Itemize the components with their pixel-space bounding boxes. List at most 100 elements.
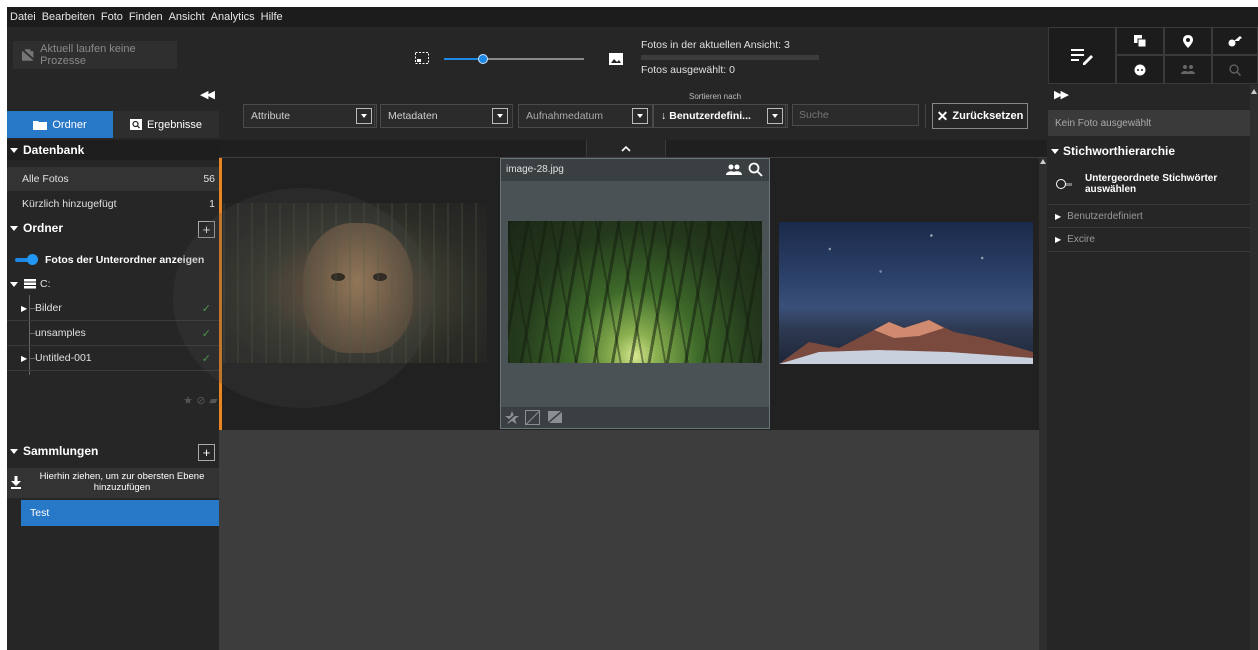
flag-icon[interactable]: [548, 411, 562, 423]
zoom-slider-track[interactable]: [484, 58, 584, 60]
keyword-hierarchy-header[interactable]: Stichworthierarchie: [1048, 141, 1250, 161]
photo-tile[interactable]: ★ ⊘ ▰: [173, 158, 489, 428]
folder-unsamples-label: unsamples: [35, 327, 86, 339]
results-icon: [129, 119, 142, 130]
collapse-left-icon[interactable]: ◀◀: [200, 88, 215, 101]
child-keywords-toggle-row[interactable]: Untergeordnete Stichwörter auswählen: [1048, 170, 1250, 200]
people-tool[interactable]: [1164, 55, 1212, 84]
child-keywords-toggle[interactable]: [1056, 179, 1072, 189]
search-icon[interactable]: [748, 162, 764, 178]
process-text: Aktuell laufen keine Prozesse: [40, 43, 136, 67]
svg-text:★ ⊘ ▰: ★ ⊘ ▰: [183, 394, 218, 407]
collapse-filter-button[interactable]: [586, 140, 666, 157]
large-thumbnail-icon[interactable]: [609, 53, 623, 65]
location-tool[interactable]: [1164, 27, 1212, 55]
folder-untitled-label: Untitled-001: [35, 352, 92, 364]
people-icon[interactable]: [726, 164, 742, 175]
photos-in-view: Fotos in der aktuellen Ansicht: 3: [641, 39, 790, 51]
drop-hint: Hierhin ziehen, um zur obersten Ebene hi…: [39, 471, 205, 493]
photo-header: image-28.jpg: [501, 159, 769, 181]
collapse-right-icon[interactable]: ▶▶: [1054, 88, 1069, 101]
section-datenbank[interactable]: Datenbank: [7, 140, 219, 160]
dropdown-arrow-icon: [356, 108, 372, 124]
folder-untitled[interactable]: ▶ Untitled-001 ✓: [7, 346, 219, 371]
photo-tile[interactable]: [772, 158, 1040, 428]
dropdown-arrow-icon: [492, 108, 508, 124]
menu-ansicht[interactable]: Ansicht: [166, 7, 208, 23]
sort-label: Sortieren nach: [688, 92, 742, 101]
right-panel: ▶▶ Kein Foto ausgewählt Stichworthierarc…: [1048, 85, 1258, 650]
photo-tile-selected[interactable]: image-28.jpg: [500, 158, 770, 429]
menu-analytics[interactable]: Analytics: [208, 7, 258, 23]
scroll-up-icon[interactable]: [1251, 89, 1257, 94]
metadata-edit-tool[interactable]: [1048, 27, 1116, 84]
drag-ghost: [173, 188, 433, 408]
collapsed-triangle-icon: ▶: [21, 353, 28, 363]
key-icon: [1228, 36, 1242, 47]
zoom-slider-handle[interactable]: [478, 54, 488, 64]
add-collection-button[interactable]: +: [198, 444, 215, 461]
attribute-filter[interactable]: Attribute: [243, 104, 377, 128]
color-label-icon[interactable]: [525, 410, 540, 425]
keyword-group-excire[interactable]: ▶ Excire: [1048, 228, 1250, 252]
map-pin-icon: [1183, 34, 1193, 48]
left-sidebar: ◀◀ Ordner Ergebnisse Datenbank Alle Foto…: [7, 85, 219, 650]
search-input[interactable]: [792, 104, 919, 126]
face-tool[interactable]: [1116, 55, 1164, 84]
keyword-hierarchy-title: Stichworthierarchie: [1063, 144, 1176, 158]
menu-finden[interactable]: Finden: [126, 7, 166, 23]
small-thumbnail-icon[interactable]: [415, 52, 429, 64]
scroll-up-icon[interactable]: [1040, 159, 1046, 164]
rating-star-icon[interactable]: [505, 411, 519, 424]
process-status: Aktuell laufen keine Prozesse: [13, 41, 177, 69]
capture-date-filter[interactable]: Aufnahmedatum: [518, 104, 653, 128]
db-all-photos[interactable]: Alle Fotos 56: [7, 167, 219, 191]
collection-test[interactable]: Test: [21, 500, 219, 526]
edit-list-icon: [1071, 48, 1093, 65]
photo-grid: ★ ⊘ ▰ image-28.jpg: [173, 158, 1047, 430]
sort-dropdown[interactable]: ↓ Benutzerdefini...: [653, 104, 788, 128]
tab-ordner[interactable]: Ordner: [7, 111, 113, 138]
menu-bar: Datei Bearbeiten Foto Finden Ansicht Analytic…: [7, 7, 1258, 27]
photo-thumbnail-bamboo[interactable]: [508, 221, 762, 363]
keyword-group-custom[interactable]: ▶ Benutzerdefiniert: [1048, 204, 1250, 228]
photos-selected: Fotos ausgewählt: 0: [641, 64, 735, 76]
reset-label: Zurücksetzen: [952, 110, 1024, 122]
reset-button[interactable]: ✕ Zurücksetzen: [932, 103, 1028, 129]
no-photo-selected: Kein Foto ausgewählt: [1048, 110, 1250, 136]
keyword-group-custom-label: Benutzerdefiniert: [1067, 210, 1143, 222]
photo-filename: image-28.jpg: [506, 164, 564, 175]
key-tool[interactable]: [1212, 27, 1258, 55]
section-datenbank-title: Datenbank: [23, 143, 85, 157]
face-icon: [1134, 64, 1146, 75]
menu-bearbeiten[interactable]: Bearbeiten: [39, 7, 98, 23]
drive-icon: [24, 279, 36, 289]
section-sammlungen[interactable]: Sammlungen: [7, 440, 219, 462]
keyword-group-excire-label: Excire: [1067, 234, 1095, 245]
menu-hilfe[interactable]: Hilfe: [258, 7, 286, 23]
drag-ghost-icons: ★ ⊘ ▰: [183, 394, 218, 407]
collapsed-triangle-icon: ▶: [1055, 235, 1062, 244]
db-all-photos-label: Alle Fotos: [22, 173, 69, 185]
subfolder-toggle[interactable]: [15, 254, 39, 266]
menu-datei[interactable]: Datei: [7, 7, 39, 23]
metadata-filter-label: Metadaten: [388, 110, 438, 122]
section-ordner[interactable]: Ordner: [7, 218, 219, 238]
capture-date-filter-label: Aufnahmedatum: [526, 110, 604, 122]
expanded-triangle-icon: [1051, 148, 1059, 154]
db-recent-label: Kürzlich hinzugefügt: [22, 198, 117, 210]
expanded-triangle-icon: [10, 281, 18, 287]
collapsed-triangle-icon: ▶: [21, 303, 28, 313]
duplicates-tool[interactable]: [1116, 27, 1164, 55]
tab-ergebnisse[interactable]: Ergebnisse: [113, 111, 219, 138]
right-scrollbar[interactable]: [1250, 85, 1258, 650]
menu-foto[interactable]: Foto: [98, 7, 126, 23]
db-recent[interactable]: Kürzlich hinzugefügt 1: [7, 192, 219, 216]
grid-scrollbar[interactable]: [1039, 158, 1047, 650]
collection-drop-zone[interactable]: Hierhin ziehen, um zur obersten Ebene hi…: [7, 468, 219, 498]
metadata-filter[interactable]: Metadaten: [380, 104, 513, 128]
folder-bilder-label: Bilder: [35, 302, 62, 314]
search-tool[interactable]: [1212, 55, 1258, 84]
photo-thumbnail-nightsky[interactable]: [779, 222, 1033, 364]
search-icon: [1229, 63, 1241, 76]
